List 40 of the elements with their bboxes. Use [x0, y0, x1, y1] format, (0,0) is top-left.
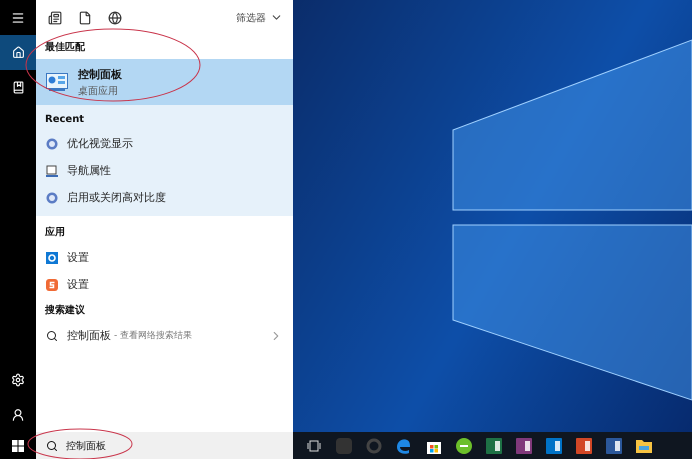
section-heading: 最佳匹配	[44, 40, 86, 55]
item-label: 启用或关闭高对比度	[67, 190, 166, 205]
app-item[interactable]: 设置	[36, 244, 293, 271]
home-button[interactable]	[0, 35, 36, 70]
settings-icon	[11, 372, 25, 386]
item-label: 设置	[67, 250, 89, 265]
home-icon	[12, 46, 24, 59]
s-logo-icon	[46, 278, 58, 290]
section-heading: 搜索建议	[44, 304, 86, 318]
control-panel-icon	[46, 73, 68, 91]
circle-app-icon	[456, 438, 472, 454]
windows-logo-icon	[12, 440, 24, 452]
newspaper-icon	[48, 10, 62, 24]
menu-icon	[11, 10, 25, 24]
result-title: 控制面板	[78, 66, 122, 82]
monitor-icon	[46, 164, 58, 176]
search-icon	[46, 440, 58, 452]
item-label: 设置	[67, 277, 89, 292]
suggestion-query: 控制面板	[67, 328, 111, 343]
filter-dropdown[interactable]: 筛选器	[236, 10, 283, 24]
recent-item[interactable]: 启用或关闭高对比度	[36, 184, 293, 211]
globe-icon	[108, 10, 122, 24]
result-subtitle: 桌面应用	[78, 84, 119, 98]
suggestion-hint: - 查看网络搜索结果	[114, 330, 192, 342]
search-icon	[46, 330, 58, 342]
best-match-item[interactable]: 控制面板 桌面应用	[36, 59, 293, 105]
item-label: 优化视觉显示	[67, 136, 133, 151]
search-field[interactable]: 控制面板	[36, 432, 293, 459]
suggestion-item[interactable]: 控制面板 - 查看网络搜索结果	[36, 322, 293, 349]
person-icon	[11, 408, 25, 422]
task-view-icon	[307, 440, 321, 452]
recent-item[interactable]: 导航属性	[36, 157, 293, 184]
item-label: 导航属性	[67, 163, 111, 178]
app-item[interactable]: 设置	[36, 271, 293, 298]
folder-icon	[636, 438, 652, 452]
recent-item[interactable]: 优化视觉显示	[36, 130, 293, 157]
windows-start-button[interactable]	[0, 432, 36, 459]
search-value: 控制面板	[66, 440, 106, 452]
section-heading: Recent	[44, 113, 86, 127]
section-heading: 应用	[44, 225, 66, 240]
